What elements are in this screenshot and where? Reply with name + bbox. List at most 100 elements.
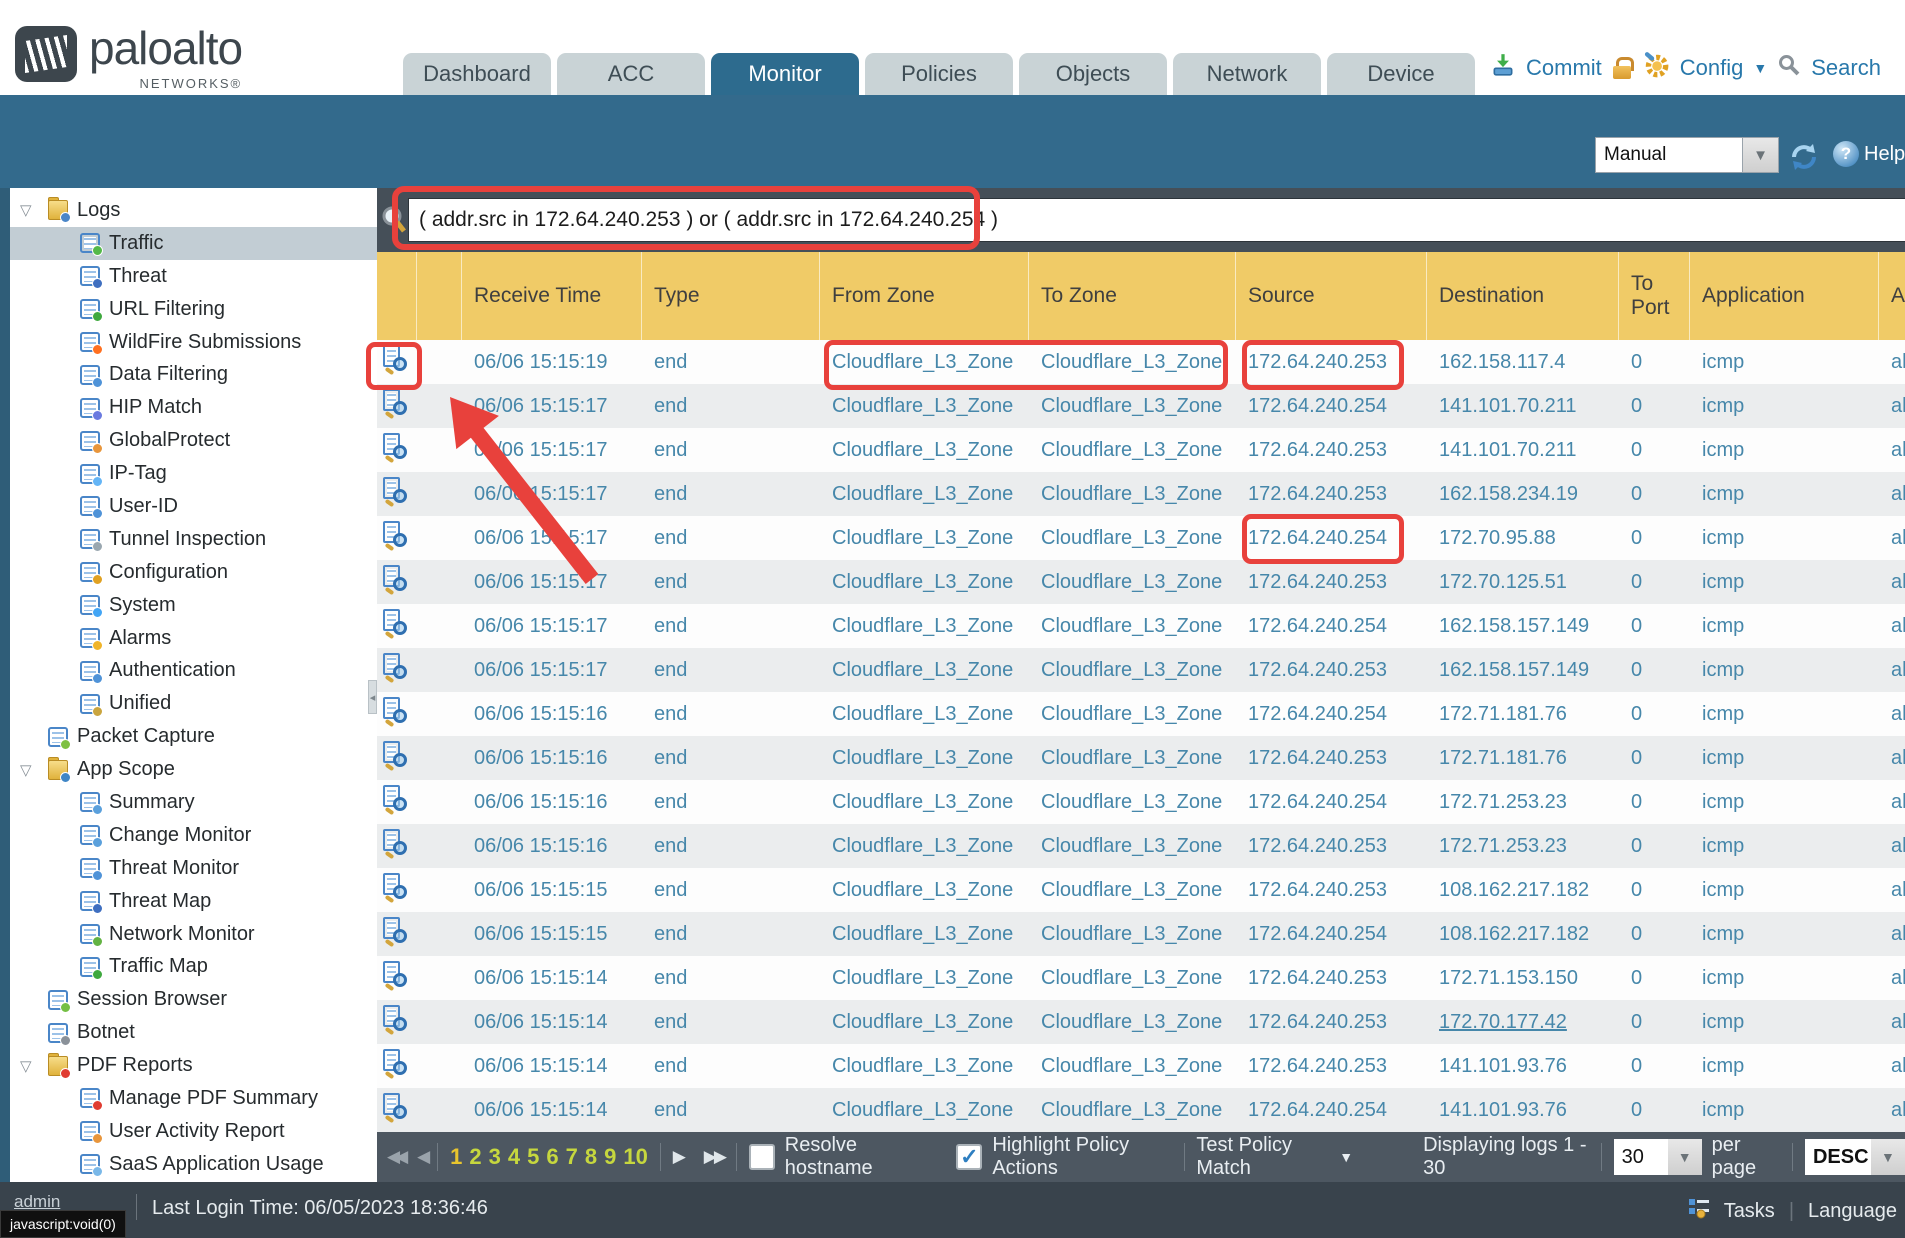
page-number-3[interactable]: 3 <box>489 1144 501 1170</box>
column-header-to[interactable]: To Zone <box>1029 252 1236 340</box>
last-page-icon[interactable]: ▶▶ <box>704 1147 724 1167</box>
log-detail-magnifier-icon[interactable] <box>383 521 407 549</box>
sidebar-item-threat-map[interactable]: Threat Map <box>10 885 377 918</box>
highlight-policy-actions-checkbox[interactable]: ✓ <box>956 1144 982 1170</box>
log-detail-magnifier-icon[interactable] <box>383 697 407 725</box>
per-page-select[interactable]: 30 <box>1614 1139 1668 1175</box>
log-row[interactable]: 06/06 15:15:15endCloudflare_L3_ZoneCloud… <box>377 868 1905 912</box>
log-row[interactable]: 06/06 15:15:16endCloudflare_L3_ZoneCloud… <box>377 736 1905 780</box>
sidebar-item-saas-application-usage[interactable]: SaaS Application Usage <box>10 1148 377 1181</box>
tree-expander-icon[interactable]: ▽ <box>20 761 48 779</box>
sidebar-item-system[interactable]: System <box>10 589 377 622</box>
sidebar-item-threat-monitor[interactable]: Threat Monitor <box>10 852 377 885</box>
log-detail-magnifier-icon[interactable] <box>383 961 407 989</box>
refresh-interval-select[interactable]: Manual <box>1595 137 1743 173</box>
tree-expander-icon[interactable]: ▽ <box>20 1057 48 1075</box>
log-detail-magnifier-icon[interactable] <box>383 829 407 857</box>
sidebar-item-threat[interactable]: Threat <box>10 260 377 293</box>
log-detail-magnifier-icon[interactable] <box>383 1093 407 1121</box>
sidebar-item-alarms[interactable]: Alarms <box>10 622 377 655</box>
log-detail-magnifier-icon[interactable] <box>383 609 407 637</box>
test-policy-match-dropdown[interactable]: Test Policy Match <box>1196 1134 1331 1180</box>
column-header-time[interactable]: Receive Time <box>462 252 642 340</box>
page-number-10[interactable]: 10 <box>623 1144 647 1170</box>
sidebar-item-summary[interactable]: Summary <box>10 786 377 819</box>
sidebar-item-wildfire-submissions[interactable]: WildFire Submissions <box>10 326 377 359</box>
refresh-interval-caret-icon[interactable]: ▼ <box>1743 137 1779 173</box>
log-row[interactable]: 06/06 15:15:17endCloudflare_L3_ZoneCloud… <box>377 648 1905 692</box>
log-detail-magnifier-icon[interactable] <box>383 389 407 417</box>
sidebar-item-ip-tag[interactable]: IP-Tag <box>10 457 377 490</box>
log-row[interactable]: 06/06 15:15:17endCloudflare_L3_ZoneCloud… <box>377 560 1905 604</box>
tab-monitor[interactable]: Monitor <box>711 53 859 95</box>
log-row[interactable]: 06/06 15:15:17endCloudflare_L3_ZoneCloud… <box>377 384 1905 428</box>
page-number-1[interactable]: 1 <box>450 1144 462 1170</box>
log-row[interactable]: 06/06 15:15:14endCloudflare_L3_ZoneCloud… <box>377 1000 1905 1044</box>
sidebar-item-configuration[interactable]: Configuration <box>10 556 377 589</box>
log-detail-magnifier-icon[interactable] <box>383 741 407 769</box>
sidebar-item-user-activity-report[interactable]: User Activity Report <box>10 1115 377 1148</box>
log-row[interactable]: 06/06 15:15:19endCloudflare_L3_ZoneCloud… <box>377 340 1905 384</box>
per-page-caret-icon[interactable]: ▼ <box>1668 1139 1702 1175</box>
next-page-icon[interactable]: ▶ <box>673 1147 686 1167</box>
log-detail-magnifier-icon[interactable] <box>383 477 407 505</box>
help-label[interactable]: Help <box>1864 143 1905 166</box>
tree-expander-icon[interactable]: ▽ <box>20 201 48 219</box>
log-detail-magnifier-icon[interactable] <box>383 785 407 813</box>
sort-order-select[interactable]: DESC <box>1805 1139 1871 1175</box>
tab-objects[interactable]: Objects <box>1019 53 1167 95</box>
sidebar-item-change-monitor[interactable]: Change Monitor <box>10 819 377 852</box>
lock-icon[interactable] <box>1612 57 1632 79</box>
language-button[interactable]: Language <box>1808 1200 1897 1223</box>
resolve-hostname-checkbox[interactable] <box>749 1144 775 1170</box>
test-policy-caret-icon[interactable]: ▼ <box>1339 1149 1353 1165</box>
log-detail-magnifier-icon[interactable] <box>383 433 407 461</box>
log-row[interactable]: 06/06 15:15:17endCloudflare_L3_ZoneCloud… <box>377 428 1905 472</box>
tab-policies[interactable]: Policies <box>865 53 1013 95</box>
page-number-8[interactable]: 8 <box>585 1144 597 1170</box>
log-detail-magnifier-icon[interactable] <box>383 345 407 373</box>
sidebar-item-url-filtering[interactable]: URL Filtering <box>10 293 377 326</box>
page-number-7[interactable]: 7 <box>566 1144 578 1170</box>
tab-device[interactable]: Device <box>1327 53 1475 95</box>
config-menu[interactable]: Config <box>1680 55 1744 81</box>
log-row[interactable]: 06/06 15:15:16endCloudflare_L3_ZoneCloud… <box>377 824 1905 868</box>
sidebar-item-network-monitor[interactable]: Network Monitor <box>10 918 377 951</box>
column-header-flag[interactable] <box>417 252 462 340</box>
filter-query-input[interactable] <box>408 198 1905 242</box>
sidebar-item-authentication[interactable]: Authentication <box>10 654 377 687</box>
column-header-action[interactable]: Action <box>1879 252 1905 340</box>
log-detail-magnifier-icon[interactable] <box>383 873 407 901</box>
page-number-5[interactable]: 5 <box>527 1144 539 1170</box>
log-detail-magnifier-icon[interactable] <box>383 653 407 681</box>
log-detail-magnifier-icon[interactable] <box>383 917 407 945</box>
sidebar-item-traffic[interactable]: Traffic <box>10 227 377 260</box>
sidebar-item-manage-pdf-summary[interactable]: Manage PDF Summary <box>10 1082 377 1115</box>
sidebar-item-traffic-map[interactable]: Traffic Map <box>10 950 377 983</box>
log-row[interactable]: 06/06 15:15:16endCloudflare_L3_ZoneCloud… <box>377 780 1905 824</box>
tab-dashboard[interactable]: Dashboard <box>403 53 551 95</box>
column-header-from[interactable]: From Zone <box>820 252 1029 340</box>
sidebar-item-unified[interactable]: Unified <box>10 687 377 720</box>
sidebar-item-globalprotect[interactable]: GlobalProtect <box>10 424 377 457</box>
sidebar-item-logs[interactable]: ▽Logs <box>10 194 377 227</box>
sidebar-item-app-scope[interactable]: ▽App Scope <box>10 753 377 786</box>
log-row[interactable]: 06/06 15:15:17endCloudflare_L3_ZoneCloud… <box>377 516 1905 560</box>
log-row[interactable]: 06/06 15:15:15endCloudflare_L3_ZoneCloud… <box>377 912 1905 956</box>
sidebar-item-botnet[interactable]: Botnet <box>10 1016 377 1049</box>
sidebar-item-session-browser[interactable]: Session Browser <box>10 983 377 1016</box>
tab-network[interactable]: Network <box>1173 53 1321 95</box>
log-row[interactable]: 06/06 15:15:17endCloudflare_L3_ZoneCloud… <box>377 604 1905 648</box>
admin-user-link[interactable]: admin <box>14 1192 60 1212</box>
tasks-button[interactable]: Tasks <box>1724 1200 1775 1223</box>
page-number-6[interactable]: 6 <box>546 1144 558 1170</box>
column-header-detail[interactable] <box>377 252 417 340</box>
first-page-icon[interactable]: ◀◀ <box>387 1147 403 1167</box>
page-number-9[interactable]: 9 <box>604 1144 616 1170</box>
tab-acc[interactable]: ACC <box>557 53 705 95</box>
log-row[interactable]: 06/06 15:15:14endCloudflare_L3_ZoneCloud… <box>377 1044 1905 1088</box>
sidebar-item-tunnel-inspection[interactable]: Tunnel Inspection <box>10 523 377 556</box>
help-icon[interactable]: ? <box>1833 141 1859 167</box>
sort-order-caret-icon[interactable]: ▼ <box>1871 1139 1905 1175</box>
config-caret-icon[interactable]: ▼ <box>1753 60 1767 76</box>
